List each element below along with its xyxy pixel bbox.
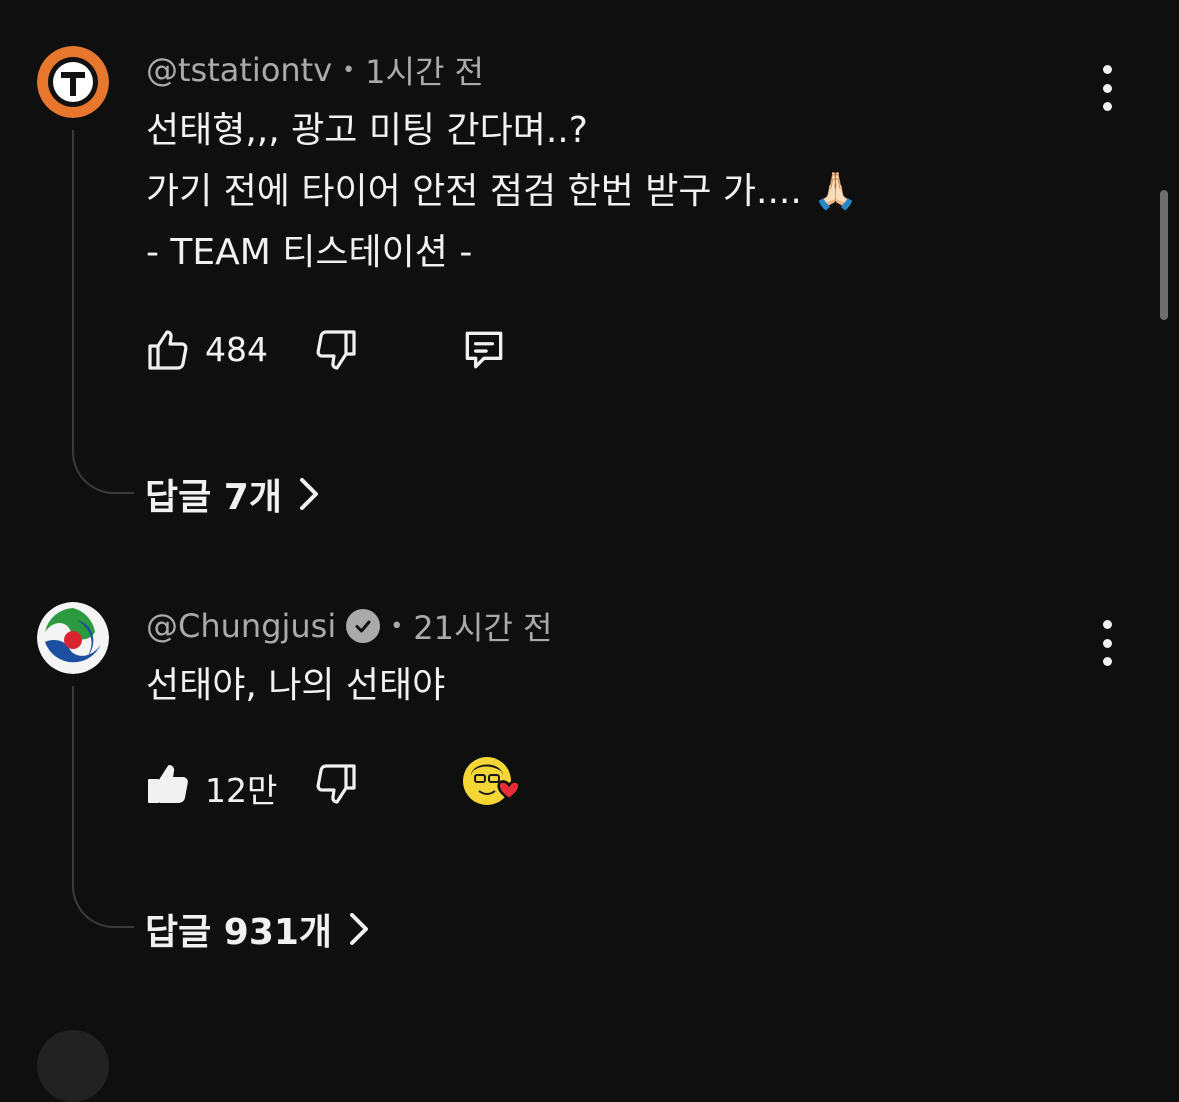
timestamp[interactable]: 21시간 전: [413, 603, 552, 649]
author-handle[interactable]: @Chungjusi: [146, 607, 336, 645]
thread-line: [72, 686, 134, 928]
comment-body: 선태형,,, 광고 미팅 간다며..? 가기 전에 타이어 안전 점검 한번 받…: [146, 100, 858, 283]
kebab-dot: [1102, 83, 1112, 93]
comment-bubble-icon: [465, 331, 503, 369]
separator-dot: •: [390, 613, 404, 639]
timestamp[interactable]: 1시간 전: [365, 47, 484, 93]
verified-badge-icon: [346, 609, 381, 643]
action-row: 12만: [143, 756, 743, 812]
thumbs-down-icon: [316, 764, 356, 804]
kebab-dot: [1102, 102, 1112, 111]
dislike-button[interactable]: [311, 322, 361, 378]
view-replies-link[interactable]: 답글 931개: [145, 903, 370, 955]
avatar[interactable]: [37, 46, 109, 118]
tstation-logo-icon: [37, 46, 109, 118]
thumbs-up-icon: [148, 330, 188, 370]
comment-header: @tstationtv • 1시간 전: [146, 48, 484, 92]
creator-avatar-heart-icon: [463, 757, 521, 805]
reply-button[interactable]: [459, 322, 509, 378]
avatar[interactable]: [37, 602, 109, 674]
kebab-dot: [1102, 638, 1112, 648]
like-button[interactable]: [143, 756, 193, 812]
comment-line: - TEAM 티스테이션 -: [146, 232, 473, 273]
comment-body: 선태야, 나의 선태야: [146, 655, 445, 716]
action-row: 484: [143, 322, 743, 378]
comment-line: 선태형,,, 광고 미팅 간다며..?: [146, 110, 588, 151]
comment-line: 가기 전에 타이어 안전 점검 한번 받구 가.... 🙏🏻: [146, 171, 859, 212]
replies-label: 답글 7개: [145, 477, 282, 518]
separator-dot: •: [342, 57, 356, 83]
thread-line: [72, 130, 134, 494]
dislike-button[interactable]: [311, 756, 361, 812]
more-options-button[interactable]: [1090, 620, 1124, 666]
scrollbar[interactable]: [1160, 190, 1168, 320]
comment-line: 선태야, 나의 선태야: [146, 665, 446, 706]
kebab-dot: [1102, 620, 1112, 629]
kebab-dot: [1102, 657, 1112, 666]
like-button[interactable]: [143, 322, 193, 378]
comment-header: @Chungjusi • 21시간 전: [146, 604, 552, 648]
replies-label: 답글 931개: [145, 912, 333, 953]
chevron-right-icon: [299, 478, 318, 510]
thumbs-down-icon: [316, 330, 356, 370]
next-comment-avatar[interactable]: [37, 1030, 109, 1102]
like-count: 12만: [205, 771, 278, 810]
chungju-city-emblem-icon: [37, 602, 109, 674]
more-options-button[interactable]: [1090, 65, 1124, 111]
creator-heart-badge[interactable]: [459, 756, 529, 812]
thumbs-up-filled-icon: [148, 765, 188, 803]
kebab-dot: [1102, 65, 1112, 74]
view-replies-link[interactable]: 답글 7개: [145, 468, 320, 520]
chevron-right-icon: [350, 913, 369, 945]
author-handle[interactable]: @tstationtv: [146, 51, 332, 89]
like-count: 484: [205, 330, 268, 369]
